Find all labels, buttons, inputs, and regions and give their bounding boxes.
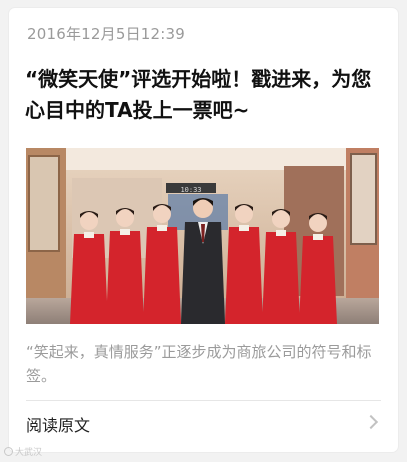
cover-image[interactable]: 10:33 [26, 148, 379, 324]
clock-display: 10:33 [180, 186, 201, 194]
chevron-right-icon [363, 414, 379, 430]
watermark: 大武汉 [4, 445, 42, 458]
staff-group-photo: 10:33 [26, 148, 379, 324]
publish-timestamp: 2016年12月5日12:39 [27, 25, 186, 43]
read-original-label: 阅读原文 [26, 416, 91, 435]
article-card[interactable]: 2016年12月5日12:39 “微笑天使”评选开始啦！戳进来，为您心目中的TA… [9, 8, 398, 452]
article-headline[interactable]: “微笑天使”评选开始啦！戳进来，为您心目中的TA投上一票吧~ [25, 64, 385, 126]
watermark-text: 大武汉 [15, 448, 43, 458]
watermark-logo-icon [4, 447, 13, 456]
read-original-link[interactable]: 阅读原文 [9, 401, 398, 445]
article-summary: “笑起来，真情服务”正逐步成为商旅公司的符号和标签。 [26, 343, 372, 385]
